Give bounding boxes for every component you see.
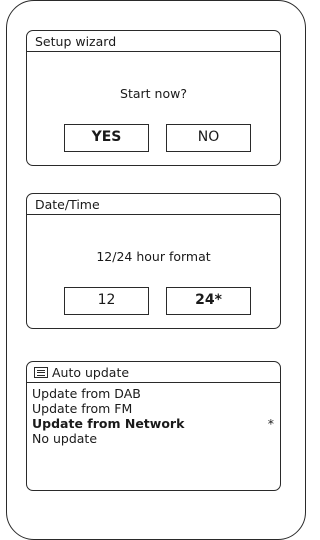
menu-item-label: No update: [32, 431, 98, 446]
auto-update-header: Auto update: [27, 362, 280, 383]
date-time-screen: Date/Time 12/24 hour format 12 24*: [26, 193, 281, 329]
auto-update-screen: Auto update Update from DAB Update from …: [26, 361, 281, 491]
menu-list-icon: [34, 366, 48, 378]
setup-wizard-screen: Setup wizard Start now? YES NO: [26, 30, 281, 166]
menu-item-update-from-network[interactable]: Update from Network *: [32, 416, 274, 431]
no-button[interactable]: NO: [166, 124, 251, 152]
selected-marker: *: [267, 416, 274, 431]
12-hour-button[interactable]: 12: [64, 287, 149, 315]
menu-item-label: Update from Network: [32, 416, 185, 431]
menu-item-update-from-dab[interactable]: Update from DAB: [32, 386, 274, 401]
setup-wizard-prompt: Start now?: [120, 86, 187, 101]
yes-button[interactable]: YES: [64, 124, 149, 152]
24-hour-button[interactable]: 24*: [166, 287, 251, 315]
hour-format-prompt: 12/24 hour format: [96, 249, 211, 264]
auto-update-title: Auto update: [52, 364, 130, 380]
setup-wizard-title: Setup wizard: [27, 31, 280, 52]
menu-item-no-update[interactable]: No update: [32, 431, 274, 446]
menu-item-update-from-fm[interactable]: Update from FM: [32, 401, 274, 416]
menu-item-label: Update from DAB: [32, 386, 141, 401]
auto-update-menu: Update from DAB Update from FM Update fr…: [32, 386, 274, 446]
menu-item-label: Update from FM: [32, 401, 133, 416]
date-time-title: Date/Time: [27, 194, 280, 215]
